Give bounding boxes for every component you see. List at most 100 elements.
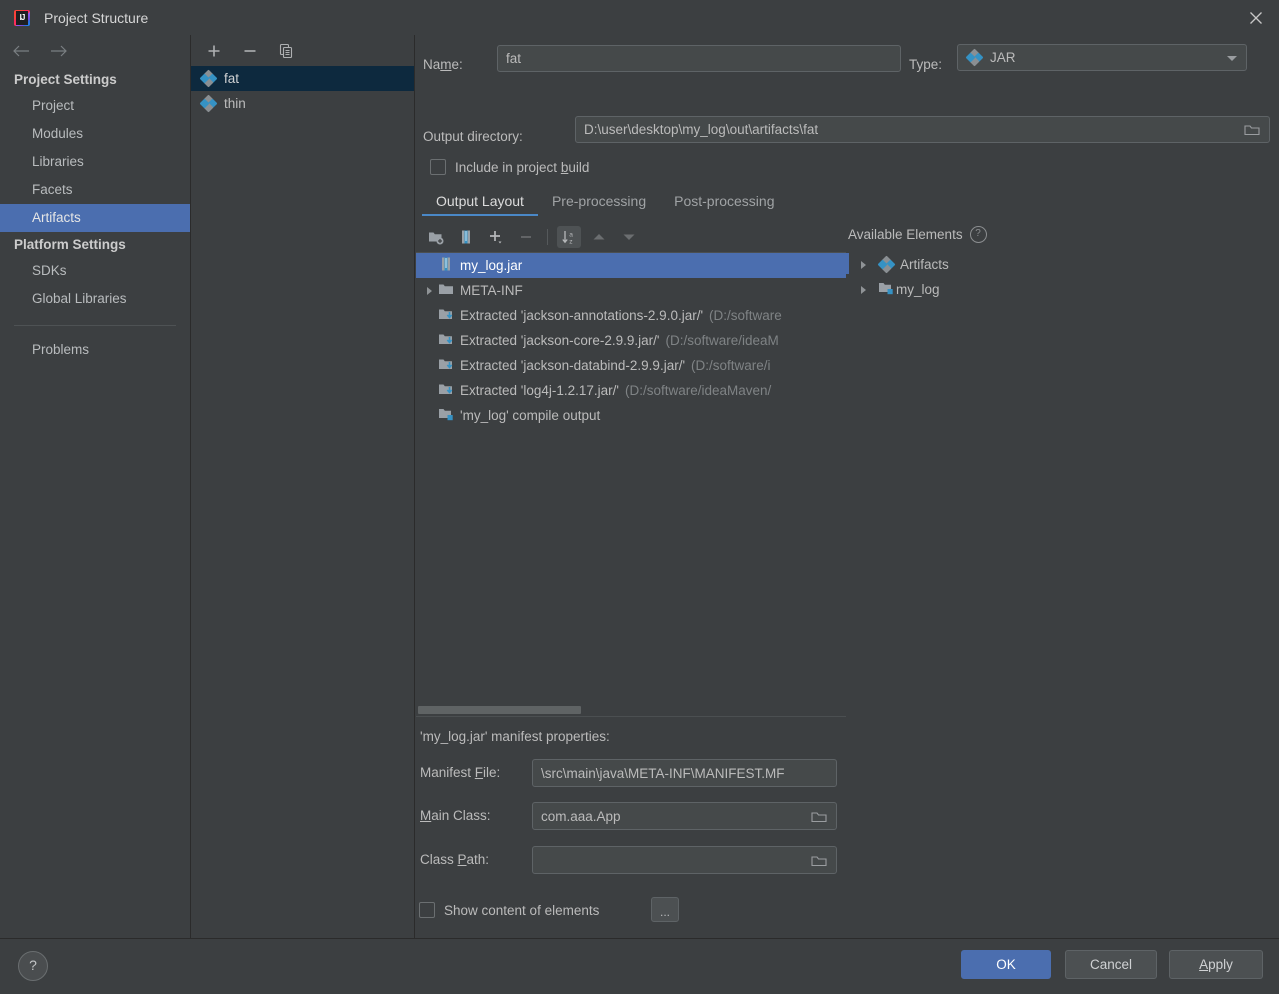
- tree-row[interactable]: Extracted 'jackson-core-2.9.9.jar/' (D:/…: [416, 328, 846, 353]
- tree-row-path: (D:/software/ideaMaven/: [625, 383, 772, 398]
- toolbar-divider: [547, 229, 548, 245]
- close-icon[interactable]: [1233, 0, 1279, 35]
- type-combo[interactable]: JAR: [957, 44, 1247, 71]
- remove-artifact-button[interactable]: [239, 40, 261, 62]
- chevron-down-icon: [1226, 50, 1238, 65]
- name-input-value: fat: [506, 51, 522, 66]
- output-directory-row: Output directory: D:\user\desktop\my_log…: [423, 116, 1270, 144]
- artifact-item-thin[interactable]: thin: [191, 91, 414, 116]
- tree-twisty-none: [420, 408, 438, 424]
- tree-horizontal-scrollbar[interactable]: [416, 705, 846, 715]
- tree-twisty-none: [420, 358, 438, 374]
- sidebar-divider: [14, 325, 176, 326]
- artifact-icon: [877, 255, 895, 274]
- help-icon[interactable]: ?: [969, 226, 987, 243]
- arrow-left-icon[interactable]: [10, 40, 32, 62]
- help-button[interactable]: ?: [18, 951, 48, 981]
- sidebar-nav-arrows: [0, 35, 190, 67]
- tree-row-path: (D:/software/i: [691, 358, 771, 373]
- module-icon: [878, 280, 894, 299]
- sidebar-group-platform-settings: Platform Settings: [14, 237, 126, 252]
- sidebar-item-problems[interactable]: Problems: [0, 336, 190, 364]
- compile-output-icon: [438, 406, 454, 425]
- ok-button[interactable]: OK: [961, 950, 1051, 979]
- available-element-row[interactable]: Artifacts: [846, 252, 1279, 277]
- folder-add-icon[interactable]: [424, 226, 448, 248]
- chevron-right-icon[interactable]: [420, 283, 438, 299]
- show-content-label: Show content of elements: [444, 902, 600, 918]
- tree-row-label: META-INF: [460, 283, 523, 298]
- show-content-checkbox[interactable]: [419, 902, 435, 918]
- sidebar-item-sdks[interactable]: SDKs: [0, 257, 190, 285]
- sidebar-item-modules[interactable]: Modules: [0, 120, 190, 148]
- sort-az-icon[interactable]: a z: [557, 226, 581, 248]
- chevron-right-icon[interactable]: [854, 257, 872, 273]
- tree-row-label: Extracted 'jackson-databind-2.9.9.jar/': [460, 358, 686, 373]
- tree-row-path: (D:/software: [709, 308, 782, 323]
- chevron-right-icon[interactable]: [854, 282, 872, 298]
- apply-button[interactable]: Apply: [1169, 950, 1263, 979]
- folder-icon: [438, 281, 454, 300]
- add-artifact-button[interactable]: [203, 40, 225, 62]
- artifacts-list: fat thin: [191, 66, 414, 116]
- output-directory-input[interactable]: D:\user\desktop\my_log\out\artifacts\fat: [575, 116, 1270, 143]
- tree-row-label: 'my_log' compile output: [460, 408, 601, 423]
- copy-artifact-button[interactable]: [275, 40, 297, 62]
- svg-text:a: a: [569, 231, 573, 238]
- sidebar-group-project-settings: Project Settings: [14, 72, 117, 87]
- tree-row[interactable]: Extracted 'jackson-annotations-2.9.0.jar…: [416, 303, 846, 328]
- output-layout-toolbar: a z: [418, 223, 846, 251]
- artifact-icon: [199, 94, 217, 113]
- arrow-right-icon[interactable]: [48, 40, 70, 62]
- main-class-input[interactable]: com.aaa.App: [532, 802, 837, 830]
- tab-pre-processing[interactable]: Pre-processing: [538, 190, 660, 216]
- tree-row[interactable]: Extracted 'jackson-databind-2.9.9.jar/' …: [416, 353, 846, 378]
- type-label: Type:: [909, 57, 943, 72]
- tree-row-label: my_log.jar: [460, 258, 523, 273]
- show-content-options-button[interactable]: ...: [651, 897, 679, 922]
- tree-row[interactable]: META-INF: [416, 278, 846, 303]
- folder-icon[interactable]: [810, 852, 828, 868]
- manifest-properties-title: 'my_log.jar' manifest properties:: [420, 729, 610, 744]
- sidebar-item-libraries[interactable]: Libraries: [0, 148, 190, 176]
- arrow-down-icon: [617, 226, 641, 248]
- sidebar-item-artifacts[interactable]: Artifacts: [0, 204, 190, 232]
- output-layout-tree[interactable]: my_log.jar META-INF Extracted 'jackson-a…: [416, 252, 846, 703]
- tree-row[interactable]: 'my_log' compile output: [416, 403, 846, 428]
- cancel-button[interactable]: Cancel: [1065, 950, 1157, 979]
- main-class-label: Main Class:: [420, 808, 491, 823]
- include-in-build-row[interactable]: Include in project build: [430, 159, 589, 175]
- settings-sidebar: Project Settings Project Modules Librari…: [0, 35, 191, 938]
- tab-output-layout[interactable]: Output Layout: [422, 190, 538, 216]
- available-elements-title: Available Elements: [848, 227, 963, 242]
- include-in-build-checkbox[interactable]: [430, 159, 446, 175]
- jar-icon: [438, 256, 454, 275]
- manifest-file-input[interactable]: \src\main\java\META-INF\MANIFEST.MF: [532, 759, 837, 787]
- tree-row-label: Extracted 'jackson-core-2.9.9.jar/': [460, 333, 660, 348]
- type-combo-value: JAR: [990, 50, 1016, 65]
- sidebar-item-facets[interactable]: Facets: [0, 176, 190, 204]
- available-element-row[interactable]: my_log: [846, 277, 1279, 302]
- title-bar: Project Structure: [0, 0, 1279, 35]
- show-content-row[interactable]: Show content of elements: [419, 902, 599, 918]
- sidebar-item-global-libraries[interactable]: Global Libraries: [0, 285, 190, 313]
- manifest-file-value: \src\main\java\META-INF\MANIFEST.MF: [541, 765, 785, 781]
- folder-icon[interactable]: [810, 808, 828, 824]
- tree-row[interactable]: Extracted 'log4j-1.2.17.jar/' (D:/softwa…: [416, 378, 846, 403]
- main-class-row: Main Class:: [420, 808, 491, 823]
- jar-icon[interactable]: [454, 226, 478, 248]
- available-element-label: Artifacts: [900, 257, 949, 272]
- plus-dropdown-icon[interactable]: [484, 226, 508, 248]
- folder-icon[interactable]: [1243, 122, 1261, 138]
- tree-row[interactable]: my_log.jar: [416, 253, 846, 278]
- tree-row-path: (D:/software/ideaM: [665, 333, 779, 348]
- tree-row-label: Extracted 'log4j-1.2.17.jar/': [460, 383, 619, 398]
- artifact-item-label: thin: [224, 96, 246, 111]
- artifact-item-fat[interactable]: fat: [191, 66, 414, 91]
- sidebar-item-project[interactable]: Project: [0, 92, 190, 120]
- scrollbar-thumb[interactable]: [418, 706, 581, 714]
- available-elements-tree[interactable]: Artifacts my_log: [846, 252, 1279, 302]
- name-input[interactable]: fat: [497, 45, 901, 72]
- class-path-input[interactable]: [532, 846, 837, 874]
- tab-post-processing[interactable]: Post-processing: [660, 190, 788, 216]
